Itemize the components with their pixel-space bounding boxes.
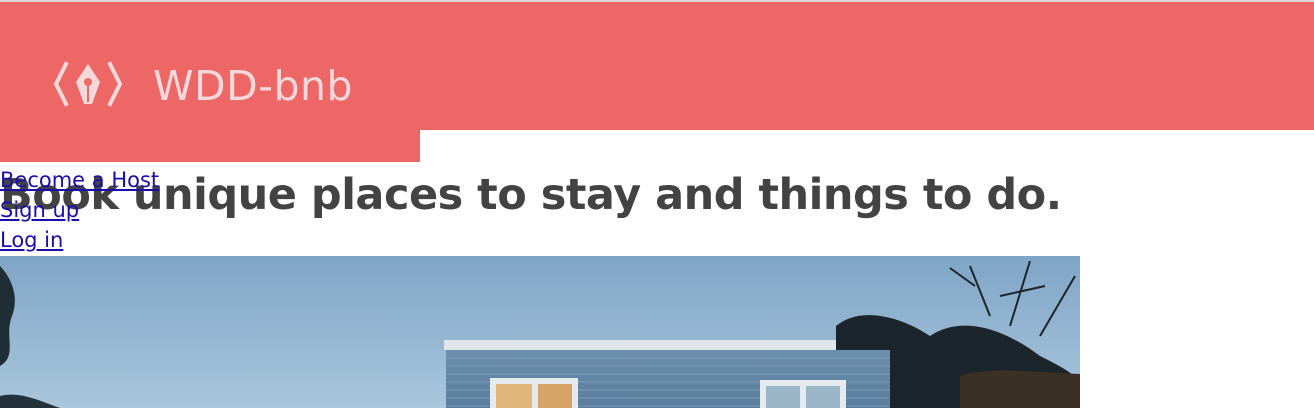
pen-nib-logo-icon[interactable] bbox=[52, 58, 124, 114]
hero-image bbox=[0, 256, 1080, 408]
house-photo bbox=[0, 256, 1080, 408]
brand-name[interactable]: WDD-bnb bbox=[153, 60, 353, 112]
sign-up-link[interactable]: Sign up bbox=[0, 195, 159, 225]
become-host-link[interactable]: Become a Host bbox=[0, 165, 159, 195]
header-extension bbox=[0, 130, 420, 162]
site-header: WDD-bnb bbox=[0, 2, 1314, 130]
log-in-link[interactable]: Log in bbox=[0, 225, 159, 255]
hero-tagline: Book unique places to stay and things to… bbox=[0, 170, 1062, 220]
header-nav: Become a Host Sign up Log in bbox=[0, 165, 159, 255]
